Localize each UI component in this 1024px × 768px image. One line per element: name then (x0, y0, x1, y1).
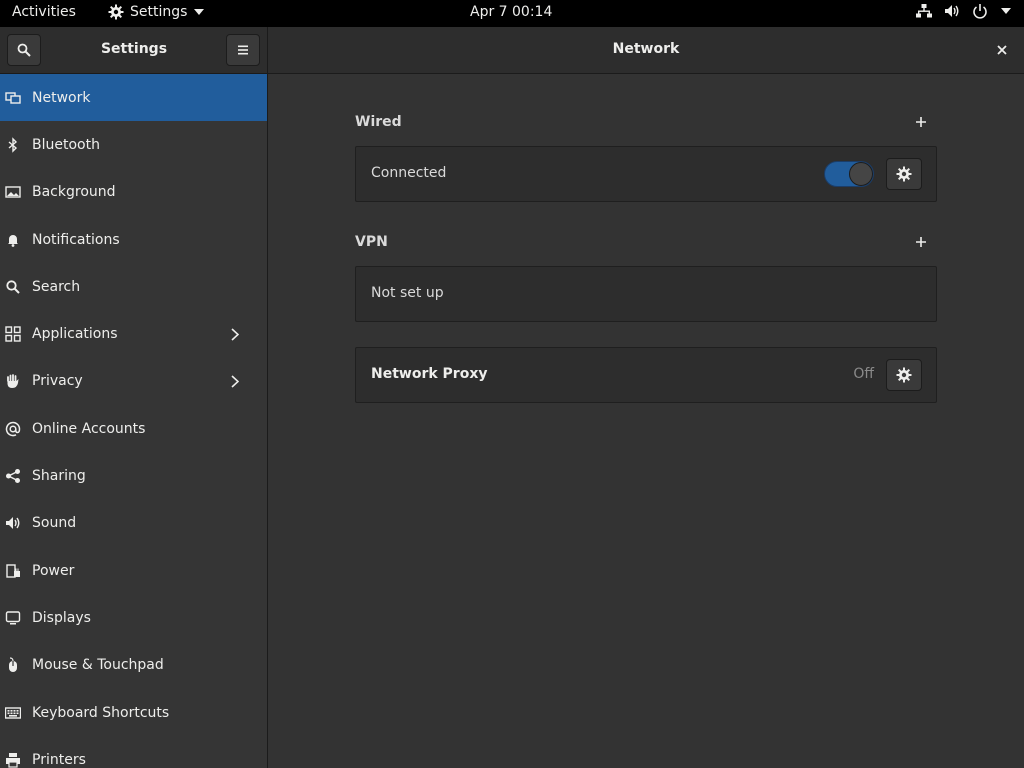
sidebar-item-search[interactable]: Search (0, 263, 267, 310)
sidebar-item-label: Background (32, 184, 116, 201)
bell-icon (4, 231, 22, 249)
wired-toggle-switch[interactable] (824, 161, 874, 187)
sidebar-item-notifications[interactable]: Notifications (0, 216, 267, 263)
plus-icon (916, 117, 926, 127)
network-proxy-settings-button[interactable] (886, 359, 922, 391)
sidebar-item-label: Keyboard Shortcuts (32, 704, 170, 721)
menu-down-icon (1000, 7, 1012, 15)
wired-settings-button[interactable] (886, 158, 922, 190)
sidebar-item-label: Applications (32, 326, 118, 343)
sidebar-item-label: Sharing (32, 468, 86, 485)
sidebar-item-printers[interactable]: Printers (0, 736, 267, 768)
bluetooth-icon (4, 136, 22, 154)
network-proxy-status: Off (853, 366, 874, 382)
sidebar-item-label: Network (32, 89, 91, 106)
sidebar-item-applications[interactable]: Applications (0, 310, 267, 357)
sidebar-item-label: Printers (32, 751, 86, 768)
sidebar-item-label: Notifications (32, 231, 120, 248)
network-wired-icon (916, 3, 932, 19)
sidebar-item-online-accounts[interactable]: Online Accounts (0, 405, 267, 452)
volume-icon (944, 3, 960, 19)
header-bar-sidebar-section: Settings (0, 27, 268, 73)
sidebar-item-label: Displays (32, 609, 91, 626)
background-icon (4, 183, 22, 201)
gear-icon (896, 166, 912, 182)
apps-grid-icon (4, 325, 22, 343)
sidebar-item-displays[interactable]: Displays (0, 594, 267, 641)
printer-icon (4, 751, 22, 768)
network-proxy-row[interactable]: Network Proxy Off (355, 347, 937, 403)
speaker-icon (4, 514, 22, 532)
app-menu-button[interactable]: Settings (108, 4, 205, 20)
vpn-row: Not set up (355, 266, 937, 322)
keyboard-icon (4, 704, 22, 722)
top-bar: Activities Settings Apr 7 00:14 (0, 0, 1024, 27)
chevron-right-icon (229, 374, 241, 388)
sidebar-item-label: Privacy (32, 373, 83, 390)
wired-status-label: Connected (371, 165, 447, 181)
display-icon (4, 609, 22, 627)
sidebar-item-power[interactable]: Power (0, 547, 267, 594)
wired-section-header: Wired (355, 114, 937, 134)
sidebar-item-bluetooth[interactable]: Bluetooth (0, 121, 267, 168)
toggle-knob (849, 162, 873, 186)
sidebar-item-network[interactable]: Network (0, 74, 267, 122)
network-icon (4, 89, 22, 107)
wired-section-title: Wired (355, 114, 402, 130)
chevron-right-icon (229, 327, 241, 341)
sidebar-item-keyboard-shortcuts[interactable]: Keyboard Shortcuts (0, 689, 267, 736)
sidebar-item-mouse-touchpad[interactable]: Mouse & Touchpad (0, 642, 267, 689)
sidebar-item-label: Search (32, 278, 81, 295)
search-icon (4, 278, 22, 296)
system-status-area[interactable] (916, 3, 1012, 19)
at-icon (4, 420, 22, 438)
primary-menu-button[interactable] (226, 34, 260, 66)
plus-icon (916, 237, 926, 247)
share-icon (4, 467, 22, 485)
gear-icon (896, 367, 912, 383)
close-button[interactable] (992, 40, 1012, 60)
page-title: Network (612, 41, 680, 57)
vpn-section-title: VPN (355, 234, 388, 250)
sidebar-item-label: Power (32, 562, 75, 579)
app-menu-label: Settings (130, 4, 188, 20)
clock[interactable]: Apr 7 00:14 (470, 4, 552, 20)
add-wired-connection-button[interactable] (913, 114, 929, 130)
power-icon (972, 3, 988, 19)
close-icon (997, 45, 1007, 55)
sidebar-item-label: Mouse & Touchpad (32, 657, 164, 674)
vpn-section-header: VPN (355, 234, 937, 254)
sidebar: Network Bluetooth Background Notificatio… (0, 74, 268, 768)
activities-button[interactable]: Activities (12, 4, 76, 20)
hand-icon (4, 372, 22, 390)
add-vpn-button[interactable] (913, 234, 929, 250)
wired-connection-row: Connected (355, 146, 937, 202)
sidebar-item-sharing[interactable]: Sharing (0, 452, 267, 499)
sidebar-item-privacy[interactable]: Privacy (0, 358, 267, 405)
hamburger-icon (237, 45, 249, 55)
sidebar-item-background[interactable]: Background (0, 169, 267, 216)
sidebar-item-sound[interactable]: Sound (0, 500, 267, 547)
sidebar-item-label: Bluetooth (32, 136, 100, 153)
network-panel: Wired Connected VPN Not set up Network P… (268, 74, 1024, 768)
power-plug-icon (4, 562, 22, 580)
header-bar: Settings Network (0, 27, 1024, 74)
gear-icon (108, 4, 124, 20)
vpn-status-label: Not set up (371, 285, 444, 301)
sidebar-item-label: Online Accounts (32, 420, 146, 437)
caret-down-icon (193, 8, 205, 16)
sidebar-item-label: Sound (32, 515, 77, 532)
mouse-icon (4, 656, 22, 674)
network-proxy-label: Network Proxy (371, 366, 488, 382)
